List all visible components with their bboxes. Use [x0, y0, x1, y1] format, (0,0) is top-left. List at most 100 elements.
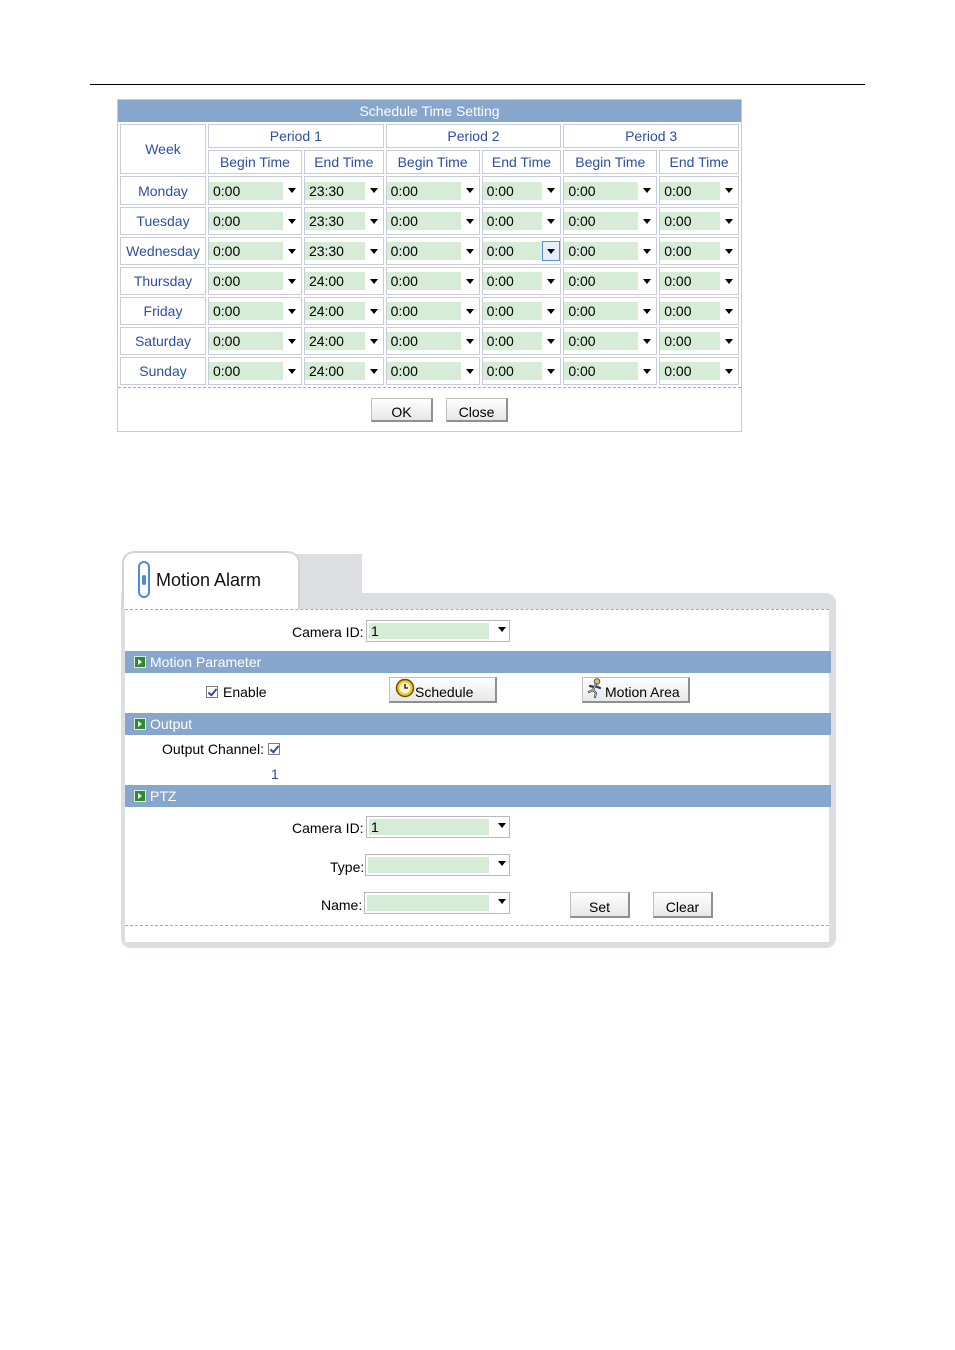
end-time-header: End Time: [303, 150, 384, 174]
set-button[interactable]: Set: [570, 892, 630, 918]
chevron-down-icon: [542, 181, 560, 201]
chevron-down-icon: [542, 271, 560, 291]
chevron-down-icon: [720, 241, 738, 261]
time-value: 0:00: [482, 302, 543, 320]
period-1-begin-select[interactable]: 0:00: [209, 301, 301, 321]
chevron-down-icon: [461, 181, 479, 201]
schedule-cell: 0:00: [481, 357, 562, 385]
period-3-end-select[interactable]: 0:00: [660, 331, 738, 351]
output-title: Output: [150, 716, 193, 732]
chevron-down-icon: [498, 899, 506, 904]
chevron-down-icon: [720, 331, 738, 351]
period-1-end-select[interactable]: 24:00: [304, 361, 383, 381]
camera-id-label: Camera ID:: [292, 624, 364, 640]
schedule-cell: 0:00: [659, 176, 739, 205]
ptz-name-select[interactable]: [364, 892, 510, 914]
end-time-header: End Time: [659, 150, 739, 174]
period-3-begin-select[interactable]: 0:00: [564, 271, 656, 291]
schedule-cell: 0:00: [659, 327, 739, 355]
period-2-begin-select[interactable]: 0:00: [386, 211, 479, 231]
period-3-end-select[interactable]: 0:00: [660, 181, 738, 201]
schedule-cell: 24:00: [303, 267, 384, 295]
ptz-name-label: Name:: [321, 897, 363, 913]
period-2-begin-select[interactable]: 0:00: [386, 271, 479, 291]
period-2-end-select[interactable]: 0:00: [482, 241, 561, 261]
period-2-begin-select[interactable]: 0:00: [386, 301, 479, 321]
schedule-cell: 0:00: [659, 357, 739, 385]
tab-motion-alarm[interactable]: Motion Alarm: [122, 551, 300, 609]
time-value: 0:00: [660, 362, 720, 380]
period-3-begin-select[interactable]: 0:00: [564, 211, 656, 231]
time-value: 0:00: [482, 212, 543, 230]
time-value: 0:00: [564, 212, 639, 230]
period-1-end-select[interactable]: 23:30: [304, 211, 383, 231]
time-value: 24:00: [304, 332, 365, 350]
period-2-end-select[interactable]: 0:00: [482, 301, 561, 321]
chevron-down-icon: [720, 211, 738, 231]
schedule-cell: 0:00: [208, 327, 302, 355]
ok-button[interactable]: OK: [371, 398, 433, 422]
period-3-begin-select[interactable]: 0:00: [564, 301, 656, 321]
period-3-end-select[interactable]: 0:00: [660, 361, 738, 381]
period-3-begin-select[interactable]: 0:00: [564, 241, 656, 261]
output-channel-number: 1: [271, 766, 279, 782]
close-button[interactable]: Close: [446, 398, 508, 422]
period-3-begin-select[interactable]: 0:00: [564, 331, 656, 351]
chevron-down-icon: [638, 181, 656, 201]
period-1-end-select[interactable]: 23:30: [304, 241, 383, 261]
period-3-begin-select[interactable]: 0:00: [564, 361, 656, 381]
period-1-begin-select[interactable]: 0:00: [209, 331, 301, 351]
schedule-row: Sunday 0:00 24:00 0:00 0:00 0:00 0:00: [120, 357, 739, 385]
schedule-cell: 0:00: [659, 237, 739, 265]
time-value: 0:00: [660, 272, 720, 290]
period-2-begin-select[interactable]: 0:00: [386, 181, 479, 201]
period-1-end-select[interactable]: 23:30: [304, 181, 383, 201]
clock-icon: [395, 678, 415, 698]
period-2-end-select[interactable]: 0:00: [482, 361, 561, 381]
time-value: 0:00: [482, 272, 543, 290]
period-1-begin-select[interactable]: 0:00: [209, 211, 301, 231]
ptz-type-select[interactable]: [365, 854, 510, 876]
ptz-camera-id-select[interactable]: 1: [366, 816, 510, 838]
period-3-end-select[interactable]: 0:00: [660, 301, 738, 321]
period-1-begin-select[interactable]: 0:00: [209, 181, 301, 201]
period-3-begin-select[interactable]: 0:00: [564, 181, 656, 201]
period-1-begin-select[interactable]: 0:00: [209, 271, 301, 291]
chevron-down-icon: [498, 627, 506, 632]
chevron-down-icon: [461, 361, 479, 381]
camera-id-select[interactable]: 1: [366, 620, 510, 642]
period-2-end-select[interactable]: 0:00: [482, 271, 561, 291]
period-3-end-select[interactable]: 0:00: [660, 271, 738, 291]
period-2-end-select[interactable]: 0:00: [482, 331, 561, 351]
period-1-begin-select[interactable]: 0:00: [209, 241, 301, 261]
chevron-down-icon: [638, 331, 656, 351]
schedule-button[interactable]: Schedule: [389, 677, 497, 703]
period-1-end-select[interactable]: 24:00: [304, 271, 383, 291]
schedule-row: Wednesday 0:00 23:30 0:00 0:00 0:00 0:00: [120, 237, 739, 265]
schedule-cell: 0:00: [208, 267, 302, 295]
period-1-begin-select[interactable]: 0:00: [209, 361, 301, 381]
period-2-begin-select[interactable]: 0:00: [386, 241, 479, 261]
chevron-down-icon: [365, 181, 383, 201]
chevron-down-icon: [638, 301, 656, 321]
period-3-end-select[interactable]: 0:00: [660, 211, 738, 231]
schedule-dialog: Schedule Time Setting Week Period 1 Peri…: [117, 99, 742, 432]
period-1-end-select[interactable]: 24:00: [304, 301, 383, 321]
period-1-end-select[interactable]: 24:00: [304, 331, 383, 351]
schedule-cell: 0:00: [563, 327, 658, 355]
time-value: 0:00: [482, 242, 543, 260]
chevron-down-icon: [283, 211, 301, 231]
schedule-row: Tuesday 0:00 23:30 0:00 0:00 0:00 0:00: [120, 207, 739, 235]
schedule-cell: 23:30: [303, 207, 384, 235]
ptz-name-value: [367, 895, 489, 911]
schedule-cell: 0:00: [481, 207, 562, 235]
period-3-end-select[interactable]: 0:00: [660, 241, 738, 261]
output-channel-checkbox[interactable]: [268, 743, 280, 755]
period-2-end-select[interactable]: 0:00: [482, 181, 561, 201]
period-2-begin-select[interactable]: 0:00: [386, 361, 479, 381]
enable-checkbox[interactable]: [206, 686, 218, 698]
motion-area-button[interactable]: Motion Area: [582, 677, 690, 703]
period-2-begin-select[interactable]: 0:00: [386, 331, 479, 351]
clear-button[interactable]: Clear: [653, 892, 713, 918]
period-2-end-select[interactable]: 0:00: [482, 211, 561, 231]
